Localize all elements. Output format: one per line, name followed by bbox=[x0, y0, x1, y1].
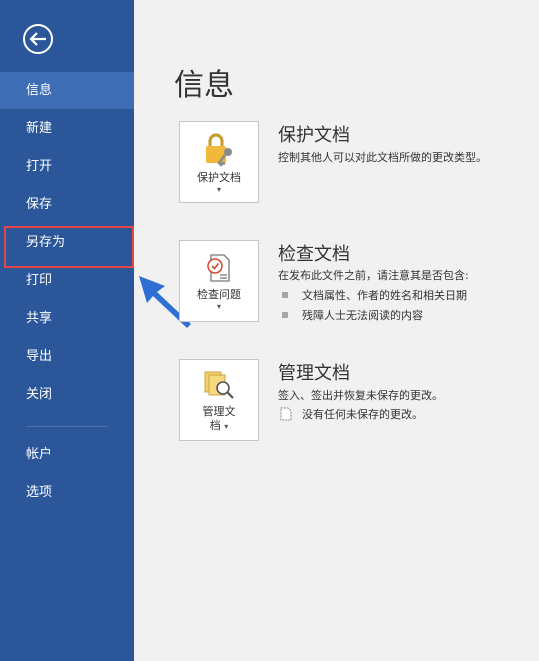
manage-document-description: 签入、签出并恢复未保存的更改。 bbox=[278, 389, 443, 402]
nav-item-account[interactable]: 帐户 bbox=[0, 436, 134, 473]
page-title: 信息 bbox=[174, 68, 234, 103]
list-item: 文档属性、作者的姓名和相关日期 bbox=[282, 287, 467, 303]
chevron-down-icon: ▾ bbox=[224, 422, 229, 431]
protect-document-title: 保护文档 bbox=[278, 125, 350, 146]
nav-item-open[interactable]: 打开 bbox=[0, 148, 134, 185]
lock-key-icon bbox=[206, 133, 232, 167]
bullet-square-icon bbox=[282, 292, 288, 298]
nav-item-new[interactable]: 新建 bbox=[0, 110, 134, 147]
backstage-sidebar: 信息 新建 打开 保存 另存为 打印 共享 导出 关闭 帐户 选项 bbox=[0, 0, 134, 661]
manage-bullet-text: 没有任何未保存的更改。 bbox=[302, 408, 423, 421]
nav-item-print[interactable]: 打印 bbox=[0, 262, 134, 299]
inspect-document-description: 在发布此文件之前，请注意其是否包含: bbox=[278, 269, 469, 282]
manage-document-label-line1: 管理文 bbox=[202, 405, 236, 418]
manage-versions-icon bbox=[204, 371, 234, 399]
manage-document-label-line2: 档 ▾ bbox=[209, 419, 229, 432]
inspect-document-title: 检查文档 bbox=[278, 244, 350, 265]
nav-item-save-as[interactable]: 另存为 bbox=[0, 224, 134, 261]
chevron-down-icon: ▾ bbox=[216, 185, 221, 194]
nav-item-options[interactable]: 选项 bbox=[0, 474, 134, 511]
inspect-bullet-text: 残障人士无法阅读的内容 bbox=[302, 309, 423, 322]
main-content: 信息 保护文档 ▾ 保护文档 控制其他人可以对此文档所做的更改类型。 检查问题 … bbox=[134, 0, 539, 661]
manage-document-button[interactable]: 管理文 档 ▾ bbox=[179, 359, 259, 441]
document-icon bbox=[280, 407, 292, 421]
nav-item-save[interactable]: 保存 bbox=[0, 186, 134, 223]
nav-item-export[interactable]: 导出 bbox=[0, 338, 134, 375]
bullet-square-icon bbox=[282, 312, 288, 318]
nav-item-close[interactable]: 关闭 bbox=[0, 376, 134, 413]
inspect-document-icon bbox=[207, 254, 230, 282]
chevron-down-icon: ▾ bbox=[216, 302, 221, 311]
nav-item-share[interactable]: 共享 bbox=[0, 300, 134, 337]
list-item: 残障人士无法阅读的内容 bbox=[282, 307, 423, 323]
protect-document-label: 保护文档 bbox=[197, 171, 241, 184]
back-arrow-icon[interactable] bbox=[23, 24, 53, 54]
check-for-issues-label: 检查问题 bbox=[197, 288, 241, 301]
sidebar-divider bbox=[26, 426, 108, 427]
protect-document-button[interactable]: 保护文档 ▾ bbox=[179, 121, 259, 203]
list-item: 没有任何未保存的更改。 bbox=[280, 406, 423, 422]
nav-item-info[interactable]: 信息 bbox=[0, 72, 134, 109]
manage-document-title: 管理文档 bbox=[278, 363, 350, 384]
inspect-bullet-text: 文档属性、作者的姓名和相关日期 bbox=[302, 289, 467, 302]
protect-document-description: 控制其他人可以对此文档所做的更改类型。 bbox=[278, 151, 487, 164]
check-for-issues-button[interactable]: 检查问题 ▾ bbox=[179, 240, 259, 322]
